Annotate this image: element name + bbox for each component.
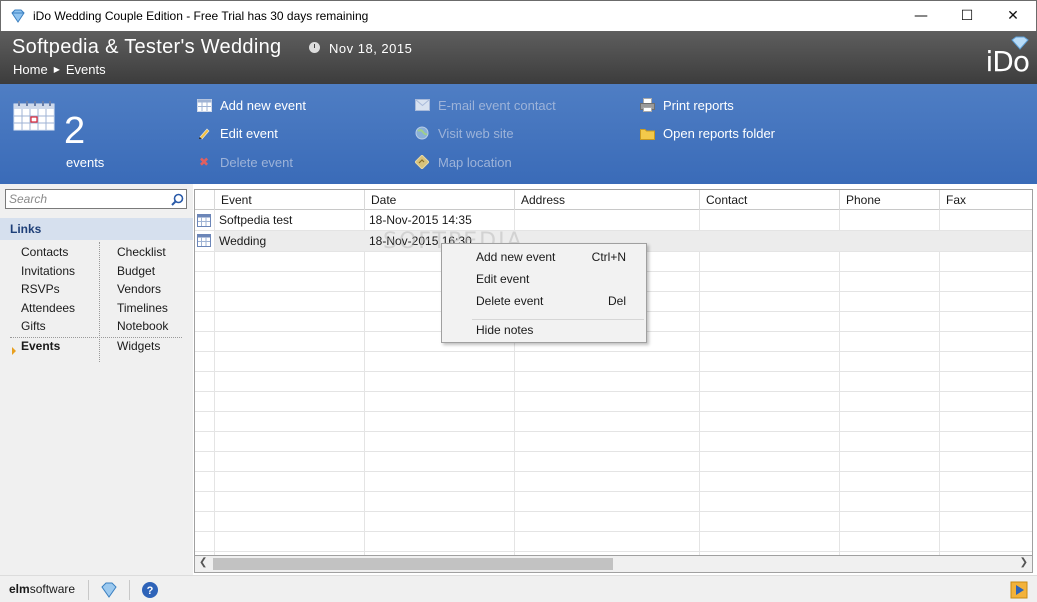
table-row-date[interactable]: 18-Nov-2015 14:35 <box>369 210 472 230</box>
sidebar-item-budget[interactable]: Budget <box>117 262 168 281</box>
column-header-event[interactable]: Event <box>214 190 364 210</box>
printer-icon <box>639 97 655 113</box>
sidebar-item-widgets[interactable]: Widgets <box>117 339 160 353</box>
scroll-left-icon[interactable]: ❮ <box>199 557 207 568</box>
menu-item-add-new-event[interactable]: Add new event <box>476 250 555 264</box>
brand-suffix: software <box>29 582 76 596</box>
menu-item-edit-event[interactable]: Edit event <box>476 272 529 286</box>
column-header-fax[interactable]: Fax <box>939 190 1032 210</box>
breadcrumb-separator-icon: ▶ <box>53 65 60 74</box>
elm-software-logo[interactable]: elmsoftware <box>9 582 75 596</box>
breadcrumb: Home ▶ Events <box>13 62 106 77</box>
event-count: 2 <box>64 110 86 152</box>
pencil-icon <box>196 125 212 141</box>
column-header-phone[interactable]: Phone <box>839 190 939 210</box>
breadcrumb-home[interactable]: Home <box>13 62 48 77</box>
email-event-contact-label: E-mail event contact <box>438 97 556 113</box>
nav-column-left: Contacts Invitations RSVPs Attendees Gif… <box>21 243 75 336</box>
visit-web-site-label: Visit web site <box>438 125 514 141</box>
email-icon <box>414 97 430 113</box>
email-event-contact-button[interactable]: E-mail event contact <box>414 97 556 113</box>
header-bar: Softpedia & Tester's Wedding Nov 18, 201… <box>0 31 1037 84</box>
edit-event-button[interactable]: Edit event <box>196 125 278 141</box>
event-row-calendar-icon <box>197 234 211 247</box>
sidebar-item-checklist[interactable]: Checklist <box>117 243 168 262</box>
menu-separator <box>472 319 644 320</box>
minimize-button[interactable]: — <box>898 1 944 31</box>
table-row-event[interactable]: Softpedia test <box>219 210 292 230</box>
map-location-label: Map location <box>438 154 512 170</box>
search-box[interactable]: Search <box>5 189 187 209</box>
event-count-label: events <box>66 155 105 170</box>
open-reports-folder-button[interactable]: Open reports folder <box>639 125 775 141</box>
window-titlebar: iDo Wedding Couple Edition - Free Trial … <box>0 0 1037 31</box>
print-reports-button[interactable]: Print reports <box>639 97 734 113</box>
scroll-right-icon[interactable]: ❯ <box>1020 557 1028 568</box>
calendar-icon <box>13 101 55 131</box>
sidebar-item-invitations[interactable]: Invitations <box>21 262 75 281</box>
shortcut-delete-event: Del <box>607 294 626 308</box>
column-header-date[interactable]: Date <box>364 190 514 210</box>
column-header-contact[interactable]: Contact <box>699 190 839 210</box>
add-new-event-button[interactable]: Add new event <box>196 97 306 113</box>
wedding-date: Nov 18, 2015 <box>329 41 413 56</box>
window-title: iDo Wedding Couple Edition - Free Trial … <box>33 9 369 23</box>
print-reports-label: Print reports <box>663 97 734 113</box>
add-new-event-label: Add new event <box>220 97 307 113</box>
diamond-icon[interactable] <box>100 581 118 599</box>
menu-item-hide-notes[interactable]: Hide notes <box>476 323 533 337</box>
delete-event-button[interactable]: ✖ Delete event <box>196 154 293 170</box>
grid-header: Event Date Address Contact Phone Fax <box>195 190 1032 210</box>
nav-divider-horizontal <box>10 337 182 338</box>
sidebar: Search Links Contacts Invitations RSVPs … <box>0 184 193 575</box>
maximize-button[interactable]: ☐ <box>944 1 990 31</box>
map-sign-icon <box>414 154 430 170</box>
visit-web-site-button[interactable]: Visit web site <box>414 125 514 141</box>
svg-text:?: ? <box>147 585 154 597</box>
open-reports-folder-label: Open reports folder <box>663 125 776 141</box>
sidebar-item-contacts[interactable]: Contacts <box>21 243 75 262</box>
nav-column-right: Checklist Budget Vendors Timelines Noteb… <box>117 243 168 336</box>
folder-icon <box>639 125 655 141</box>
diamond-icon <box>11 9 25 23</box>
clock-icon <box>309 42 320 53</box>
sidebar-item-gifts[interactable]: Gifts <box>21 317 75 336</box>
calendar-add-icon <box>196 97 212 113</box>
delete-event-label: Delete event <box>220 154 293 170</box>
sidebar-item-events[interactable]: Events <box>21 339 60 353</box>
delete-x-icon: ✖ <box>198 155 210 169</box>
event-row-calendar-icon <box>197 214 211 227</box>
active-item-arrow-icon <box>12 347 16 355</box>
table-row-event[interactable]: Wedding <box>219 231 266 251</box>
play-icon[interactable] <box>1010 581 1028 599</box>
sidebar-item-notebook[interactable]: Notebook <box>117 317 168 336</box>
context-menu: Add new event Ctrl+N Edit event Delete e… <box>441 243 647 343</box>
wedding-title: Softpedia & Tester's Wedding <box>12 36 282 58</box>
search-input[interactable]: Search <box>6 192 168 206</box>
globe-icon <box>414 125 430 141</box>
status-bar: elmsoftware ? <box>0 575 1037 602</box>
help-icon[interactable]: ? <box>141 581 159 599</box>
horizontal-scrollbar[interactable]: ❮ ❯ <box>194 556 1033 573</box>
menu-item-delete-event[interactable]: Delete event <box>476 294 543 308</box>
links-header: Links <box>0 218 193 240</box>
ido-logo: iDo <box>985 45 1030 78</box>
nav-divider-vertical <box>99 242 100 362</box>
close-button[interactable]: ✕ <box>990 1 1036 31</box>
scrollbar-thumb[interactable] <box>213 558 613 570</box>
sidebar-item-timelines[interactable]: Timelines <box>117 299 168 318</box>
map-location-button[interactable]: Map location <box>414 154 512 170</box>
sidebar-item-vendors[interactable]: Vendors <box>117 280 168 299</box>
edit-event-label: Edit event <box>220 125 278 141</box>
search-icon[interactable] <box>168 190 186 208</box>
shortcut-add-new-event: Ctrl+N <box>591 250 626 264</box>
brand-prefix: elm <box>9 582 30 596</box>
column-header-address[interactable]: Address <box>514 190 699 210</box>
events-toolbar: 2 events Add new event Edit event ✖ Dele… <box>0 84 1037 184</box>
sidebar-item-attendees[interactable]: Attendees <box>21 299 75 318</box>
breadcrumb-events: Events <box>65 62 106 77</box>
sidebar-item-rsvps[interactable]: RSVPs <box>21 280 75 299</box>
